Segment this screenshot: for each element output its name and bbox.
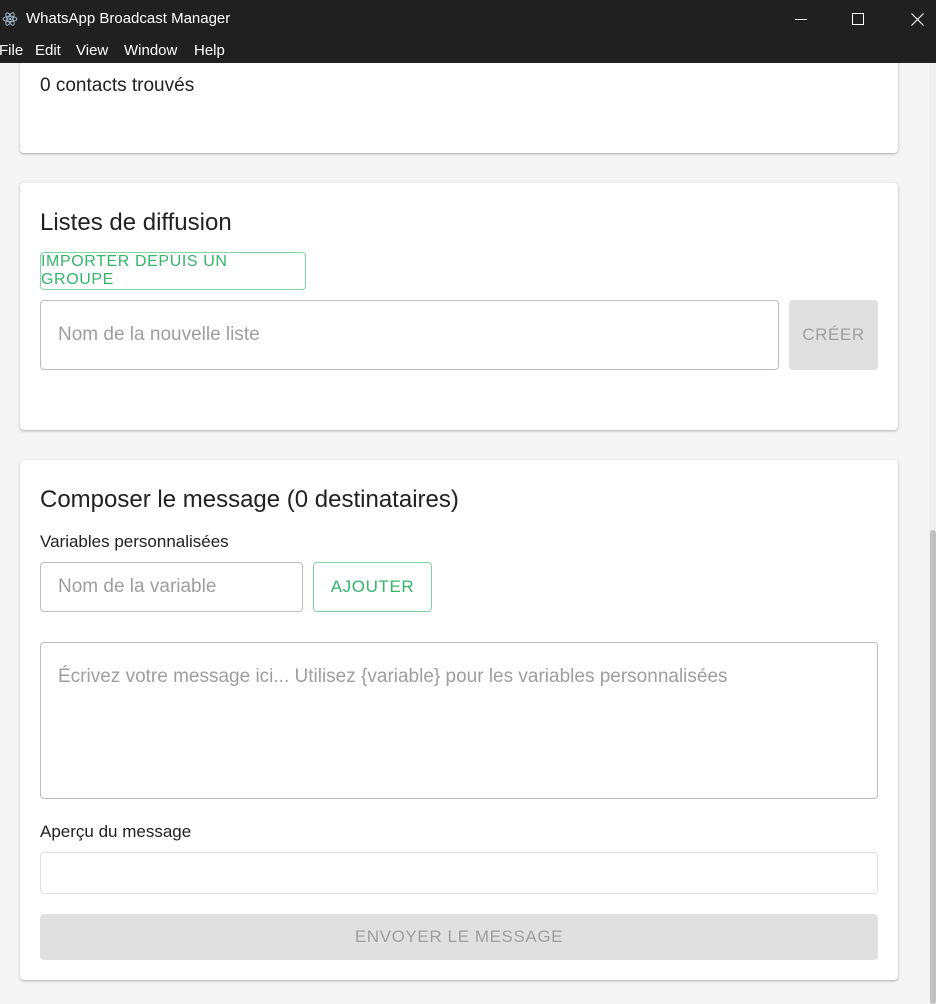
- menu-edit[interactable]: Edit: [35, 42, 61, 59]
- preview-label: Aperçu du message: [40, 822, 192, 841]
- contacts-card: 0 contacts trouvés: [20, 63, 898, 153]
- scrollbar-thumb[interactable]: [930, 530, 936, 1004]
- message-textarea[interactable]: [40, 642, 878, 799]
- menu-bar: File Edit View Window Help: [0, 38, 936, 63]
- send-message-button[interactable]: ENVOYER LE MESSAGE: [40, 914, 878, 960]
- create-list-button[interactable]: CRÉER: [789, 300, 878, 370]
- close-icon: [910, 12, 924, 26]
- broadcast-lists-card: Listes de diffusion IMPORTER DEPUIS UN G…: [20, 183, 898, 430]
- new-list-name-input[interactable]: [40, 300, 779, 370]
- scrollbar[interactable]: [929, 63, 936, 1004]
- minimize-button[interactable]: [778, 0, 824, 38]
- close-button[interactable]: [894, 0, 936, 38]
- main-content: 0 contacts trouvés Listes de diffusion I…: [0, 63, 936, 1004]
- message-preview: [40, 852, 878, 894]
- menu-file[interactable]: File: [0, 42, 23, 59]
- menu-view[interactable]: View: [76, 42, 108, 59]
- minimize-icon: [795, 19, 807, 20]
- compose-heading: Composer le message (0 destinataires): [40, 486, 459, 513]
- variables-label: Variables personnalisées: [40, 532, 229, 551]
- menu-help[interactable]: Help: [194, 42, 225, 59]
- broadcast-lists-heading: Listes de diffusion: [40, 209, 232, 236]
- variable-name-input[interactable]: [40, 562, 303, 612]
- maximize-button[interactable]: [835, 0, 881, 38]
- add-variable-button[interactable]: AJOUTER: [313, 562, 432, 612]
- menu-window[interactable]: Window: [124, 42, 177, 59]
- window-title: WhatsApp Broadcast Manager: [26, 10, 231, 27]
- compose-message-card: Composer le message (0 destinataires) Va…: [20, 460, 898, 980]
- title-bar: WhatsApp Broadcast Manager: [0, 0, 936, 38]
- electron-icon: [2, 12, 18, 26]
- contacts-count: 0 contacts trouvés: [40, 75, 195, 96]
- import-from-group-button[interactable]: IMPORTER DEPUIS UN GROUPE: [40, 252, 306, 290]
- maximize-icon: [852, 13, 864, 25]
